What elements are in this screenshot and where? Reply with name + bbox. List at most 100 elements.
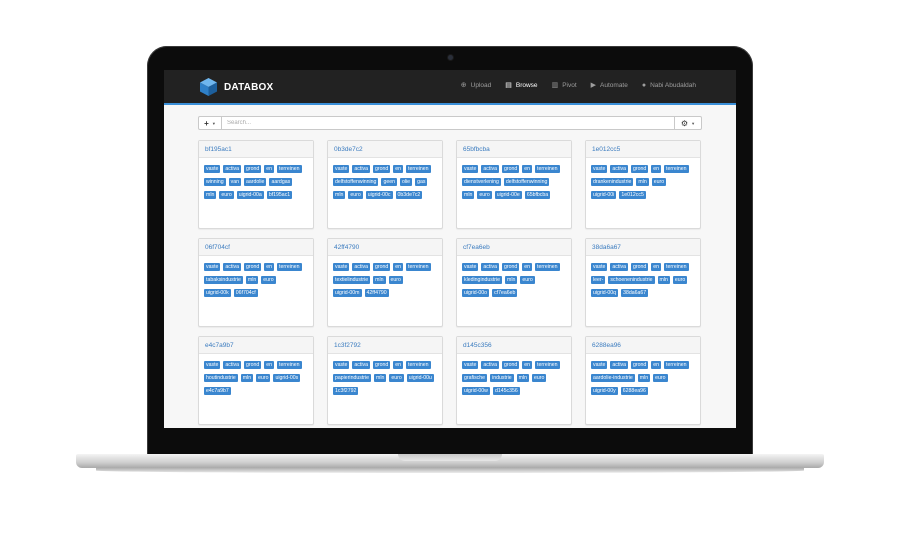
card-title[interactable]: 0b3de7c2 [328,141,442,158]
tag[interactable]: mln [373,276,386,284]
tag[interactable]: vaste [591,361,608,369]
tag[interactable]: en [264,361,275,369]
tag[interactable]: houtindustrie [204,374,238,382]
tag[interactable]: winning [204,178,226,186]
card-title[interactable]: 42ff4790 [328,239,442,256]
tag[interactable]: terreinen [664,361,689,369]
tag[interactable]: euro [532,374,547,382]
tag[interactable]: geen [381,178,397,186]
card-title[interactable]: d145c356 [457,337,571,354]
tag[interactable]: terreinen [664,263,689,271]
tag[interactable]: terreinen [664,165,689,173]
tag[interactable]: vaste [204,361,221,369]
tag[interactable]: en [651,165,662,173]
dataset-card[interactable]: cf7ea6eb vaste activa grond en terreinen kledi… [456,238,572,327]
tag[interactable]: en [393,263,404,271]
tag[interactable]: en [522,263,533,271]
tag[interactable]: euro [348,191,363,199]
tag[interactable]: en [393,361,404,369]
add-button[interactable]: + ▼ [198,116,222,130]
tag[interactable]: uigrid-00m [333,289,362,297]
tag[interactable]: uigrid-00w [462,387,490,395]
tag[interactable]: delfstoffenwinning [333,178,379,186]
tag[interactable]: activa [481,361,499,369]
tag[interactable]: uigrid-00q [591,289,619,297]
dataset-card[interactable]: 42ff4790 vaste activa grond en terreinen texti… [327,238,443,327]
tag[interactable]: vaste [462,361,479,369]
dataset-card[interactable]: 1e012cc5 vaste activa grond en terreinen drank… [585,140,701,229]
card-title[interactable]: cf7ea6eb [457,239,571,256]
tag[interactable]: activa [352,361,370,369]
dataset-card[interactable]: 06f704cf vaste activa grond en terreinen tabak… [198,238,314,327]
tag[interactable]: vaste [204,263,221,271]
tag[interactable]: van [228,178,241,186]
tag[interactable]: delfstoffenwinning [503,178,550,186]
tag[interactable]: terreinen [277,165,302,173]
tag[interactable]: 06f704cf [233,289,258,297]
tag[interactable]: terreinen [535,361,560,369]
search-input[interactable] [222,116,674,130]
tag[interactable]: terreinen [535,165,560,173]
dataset-card[interactable]: e4c7a9b7 vaste activa grond en terreinen houti… [198,336,314,425]
tag[interactable]: mln [374,374,387,382]
tag[interactable]: gas [415,178,428,186]
tag[interactable]: euro [219,191,234,199]
tag[interactable]: en [522,361,533,369]
dataset-card[interactable]: 6288ea96 vaste activa grond en terreinen aardo… [585,336,701,425]
tag[interactable]: uigrid-00u [406,374,434,382]
tag[interactable]: en [264,263,275,271]
tag[interactable]: activa [223,361,241,369]
tag[interactable]: mln [240,374,254,382]
tag[interactable]: euro [672,276,688,284]
settings-button[interactable]: ⚙ ▼ [674,116,702,130]
dataset-card[interactable]: bf195ac1 vaste activa grond en terreinen winni… [198,140,314,229]
tag[interactable]: uigrid-00s [273,374,301,382]
tag[interactable]: activa [352,165,370,173]
nav-item-pivot[interactable]: ▥ Pivot [552,81,577,90]
tag[interactable]: grond [501,263,520,271]
tag[interactable]: grond [372,263,391,271]
tag[interactable]: mln [245,276,259,284]
tag[interactable]: uigrid-00o [462,289,490,297]
tag[interactable]: activa [610,165,628,173]
tag[interactable]: mln [204,191,217,199]
tag[interactable]: mln [516,374,530,382]
tag[interactable]: 6288ea96 [620,387,648,395]
dataset-card[interactable]: 0b3de7c2 vaste activa grond en terreinen delfs… [327,140,443,229]
tag[interactable]: vaste [591,165,608,173]
tag[interactable]: activa [352,263,370,271]
tag[interactable]: grond [243,361,262,369]
tag[interactable]: terreinen [406,263,431,271]
tag[interactable]: grond [243,263,262,271]
tag[interactable]: grond [372,165,391,173]
dataset-card[interactable]: d145c356 vaste activa grond en terreinen grafi… [456,336,572,425]
card-title[interactable]: e4c7a9b7 [199,337,313,354]
tag[interactable]: euro [256,374,271,382]
tag[interactable]: grond [501,165,520,173]
tag[interactable]: euro [653,374,668,382]
dataset-card[interactable]: 1c3f2792 vaste activa grond en terreinen papie… [327,336,443,425]
nav-item-browse[interactable]: ▤ Browse [505,81,537,90]
tag[interactable]: grond [630,263,649,271]
dataset-card[interactable]: 65bfbcba vaste activa grond en terreinen diens… [456,140,572,229]
tag[interactable]: uigrid-00a [236,191,264,199]
tag[interactable]: 42ff4790 [364,289,389,297]
dataset-card[interactable]: 38da6a67 vaste activa grond en terreinen leer-… [585,238,701,327]
tag[interactable]: en [393,165,404,173]
nav-item-nabi-abudaldah[interactable]: ● Nabi Abudaldah [642,82,696,89]
brand[interactable]: DATABOX [200,78,273,96]
tag[interactable]: aardolie [243,178,267,186]
tag[interactable]: textielindustrie [333,276,371,284]
card-title[interactable]: 06f704cf [199,239,313,256]
tag[interactable]: vaste [462,165,479,173]
tag[interactable]: euro [389,374,404,382]
tag[interactable]: mln [636,178,649,186]
tag[interactable]: uigrid-00c [365,191,393,199]
tag[interactable]: euro [651,178,667,186]
nav-item-upload[interactable]: ⊕ Upload [461,81,491,90]
tag[interactable]: euro [388,276,403,284]
tag[interactable]: dienstverlening [462,178,501,186]
tag[interactable]: bf195ac1 [266,191,293,199]
tag[interactable]: terreinen [406,165,431,173]
tag[interactable]: aardgas [269,178,293,186]
